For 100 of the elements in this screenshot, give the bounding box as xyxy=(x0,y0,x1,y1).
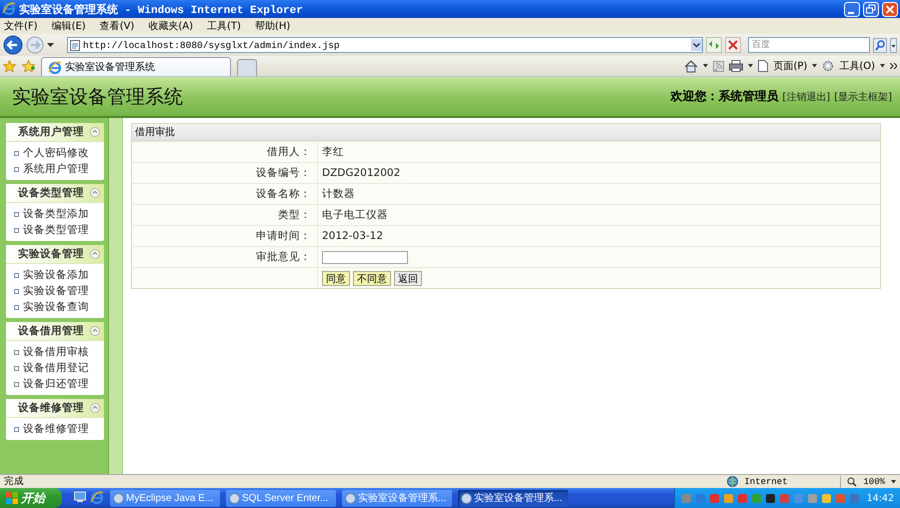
field-label: 设备编号： xyxy=(256,166,311,180)
tools-menu[interactable]: 工具(O) xyxy=(839,59,875,73)
tray-icon[interactable] xyxy=(764,492,776,504)
browser-tab[interactable]: 实验室设备管理系统 xyxy=(41,57,231,76)
page-icon xyxy=(70,40,80,50)
dropdown-icon[interactable] xyxy=(891,480,896,484)
sidebar-item[interactable]: 设备归还管理 xyxy=(23,377,89,391)
settings-icon xyxy=(822,60,834,72)
menu-item[interactable]: 查看(V) xyxy=(100,19,134,33)
sidebar-item[interactable]: 设备借用审核 xyxy=(23,345,89,359)
desktop-icon[interactable] xyxy=(74,491,86,503)
panel-title: 借用审批 xyxy=(132,124,880,141)
field-value: 李红 xyxy=(322,145,344,159)
app-icon xyxy=(461,492,472,504)
chevron-icon[interactable] xyxy=(890,63,897,69)
field-label: 申请时间： xyxy=(256,229,311,243)
dropdown-icon[interactable] xyxy=(890,38,897,52)
sidebar-item[interactable]: 实验设备查询 xyxy=(23,300,89,314)
start-button[interactable]: 开始 xyxy=(0,488,62,508)
printer-icon[interactable] xyxy=(729,60,744,72)
bullet-icon xyxy=(14,166,19,172)
bullet-icon xyxy=(14,272,19,278)
clock: 14:42 xyxy=(866,492,894,504)
dropdown-icon[interactable] xyxy=(47,42,54,48)
sidebar-item[interactable]: 系统用户管理 xyxy=(23,162,89,176)
sidebar-item[interactable]: 实验设备添加 xyxy=(23,268,89,282)
collapse-icon[interactable] xyxy=(90,249,100,259)
field-value: DZDG2012002 xyxy=(322,167,400,179)
collapse-icon[interactable] xyxy=(90,326,100,336)
dropdown-icon[interactable] xyxy=(812,64,818,68)
header-link[interactable]: [显示主框架] xyxy=(834,90,892,104)
field-label: 审批意见： xyxy=(256,250,311,264)
app-title: 实验室设备管理系统 xyxy=(12,84,183,110)
zone-text: Internet xyxy=(744,476,789,486)
sidebar-item[interactable]: 设备类型管理 xyxy=(23,223,89,237)
sidebar-item[interactable]: 设备借用登记 xyxy=(23,361,89,375)
collapse-icon[interactable] xyxy=(90,127,100,137)
field-value: 2012-03-12 xyxy=(322,230,384,242)
collapse-icon[interactable] xyxy=(90,403,100,413)
back-icon[interactable] xyxy=(3,35,23,55)
bullet-icon xyxy=(14,366,19,370)
ie-icon xyxy=(2,2,16,16)
home-icon[interactable] xyxy=(684,60,698,72)
field-label: 设备名称： xyxy=(256,187,311,201)
bullet-icon xyxy=(14,288,19,294)
window-title: 实验室设备管理系统 - Windows Internet Explorer xyxy=(19,2,304,16)
sidebar-item[interactable]: 实验设备管理 xyxy=(23,284,89,298)
menu-item[interactable]: 工具(T) xyxy=(207,19,241,33)
sidebar-item[interactable]: 个人密码修改 xyxy=(23,146,89,160)
zoom-level[interactable]: 100% xyxy=(863,476,885,486)
dropdown-icon[interactable] xyxy=(748,64,754,68)
status-text: 完成 xyxy=(4,475,25,488)
bullet-icon xyxy=(14,350,19,354)
dropdown-icon[interactable] xyxy=(691,39,702,51)
minimize-icon[interactable] xyxy=(844,2,860,16)
form-button[interactable]: 返回 xyxy=(394,270,422,286)
welcome-text: 欢迎您：系统管理员 xyxy=(670,88,778,105)
search-icon[interactable] xyxy=(873,38,887,52)
field-label: 借用人： xyxy=(267,145,311,159)
menu-item[interactable]: 编辑(E) xyxy=(52,19,86,33)
favorites-star-icon[interactable] xyxy=(3,60,16,72)
zoom-icon[interactable] xyxy=(847,476,858,486)
page-icon xyxy=(758,60,768,72)
collapse-icon[interactable] xyxy=(90,188,100,198)
sidebar-item[interactable]: 设备类型添加 xyxy=(23,207,89,221)
menu-item[interactable]: 收藏夹(A) xyxy=(148,19,193,33)
app-icon xyxy=(345,492,356,504)
ie-icon xyxy=(48,60,61,74)
restore-icon[interactable] xyxy=(863,2,879,16)
windows-logo-icon xyxy=(6,492,18,504)
page-menu[interactable]: 页面(P) xyxy=(773,59,808,73)
bullet-icon xyxy=(14,212,19,216)
globe-icon xyxy=(727,476,738,487)
input-field[interactable] xyxy=(322,250,408,264)
dropdown-icon[interactable] xyxy=(703,64,708,68)
bullet-icon xyxy=(14,382,19,386)
bullet-icon xyxy=(14,426,19,432)
app-icon xyxy=(113,492,124,504)
frame-splitter[interactable] xyxy=(108,118,123,474)
dropdown-icon[interactable] xyxy=(880,64,885,68)
new-tab-button[interactable] xyxy=(237,59,257,76)
field-value: 计数器 xyxy=(322,187,355,201)
bullet-icon xyxy=(14,304,19,310)
ie-icon[interactable] xyxy=(90,491,104,505)
menu-item[interactable]: 帮助(H) xyxy=(254,19,290,33)
close-icon[interactable] xyxy=(882,2,898,16)
header-link[interactable]: [注销退出] xyxy=(782,90,830,104)
add-favorite-icon[interactable] xyxy=(22,60,35,72)
field-label: 类型： xyxy=(278,208,311,222)
feed-icon[interactable] xyxy=(713,60,724,72)
stop-icon[interactable] xyxy=(725,37,741,53)
bullet-icon xyxy=(14,228,19,232)
taskbar-button[interactable]: 实验室设备管理系... xyxy=(458,490,568,506)
search-field[interactable]: 百度 xyxy=(748,37,870,53)
sidebar-item[interactable]: 设备维修管理 xyxy=(23,422,89,436)
field-value: 电子电工仪器 xyxy=(322,208,388,222)
address-field[interactable]: http://localhost:8080/sysglxt/admin/index.jsp xyxy=(67,37,703,53)
menu-item[interactable]: 文件(F) xyxy=(4,19,38,33)
form-button[interactable]: 同意 xyxy=(322,270,350,286)
form-button[interactable]: 不同意 xyxy=(353,270,391,286)
